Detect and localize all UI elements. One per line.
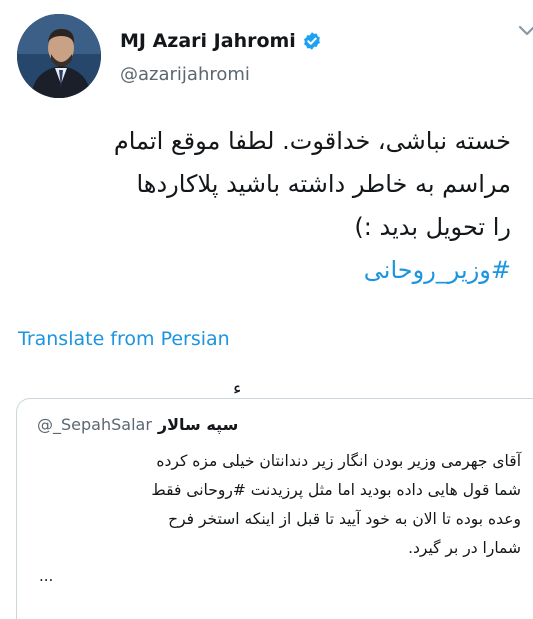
avatar[interactable] xyxy=(17,14,101,98)
verified-badge-icon xyxy=(303,32,320,50)
quoted-tweet-line: وعده بوده تا الان به خود آیید تا قبل از … xyxy=(168,510,521,528)
quoted-tweet-line: آقای جهرمی وزیر بودن انگار زیر دندانتان … xyxy=(156,452,521,470)
author-name-row: MJ Azari Jahromi xyxy=(120,30,322,52)
tweet-hashtag-link[interactable]: #وزیر_روحانی xyxy=(11,249,511,292)
quoted-tweet-line: شما قول هایی داده بودید اما مثل پرزیدنت … xyxy=(151,481,521,499)
quoted-tweet-handle: @_SepahSalar xyxy=(37,415,152,434)
tweet-line: مراسم به خاطر داشته باشید پلاکاردها xyxy=(136,170,511,198)
author-handle[interactable]: @azarijahromi xyxy=(120,64,250,85)
chevron-down-icon[interactable] xyxy=(517,20,533,40)
quoted-tweet-header: @_SepahSalar سپه سالار xyxy=(37,415,238,434)
separator-glyph: ء xyxy=(233,378,242,399)
quoted-tweet-line: شمارا در بر گیرد. xyxy=(408,539,521,557)
tweet-line: خسته نباشی، خداقوت. لطفا موقع اتمام xyxy=(113,127,511,155)
tweet-text: خسته نباشی، خداقوت. لطفا موقع اتمام مراس… xyxy=(11,120,511,292)
quoted-tweet-card[interactable]: @_SepahSalar سپه سالار آقای جهرمی وزیر ب… xyxy=(16,398,533,619)
quoted-tweet-text: آقای جهرمی وزیر بودن انگار زیر دندانتان … xyxy=(51,447,521,563)
profile-photo-icon xyxy=(17,14,101,98)
author-display-name[interactable]: MJ Azari Jahromi xyxy=(120,30,296,52)
quoted-tweet-author-name: سپه سالار xyxy=(157,415,239,434)
translate-link[interactable]: Translate from Persian xyxy=(18,328,230,350)
quoted-tweet-ellipsis: ... xyxy=(39,567,54,585)
tweet-line: را تحویل بدید :) xyxy=(354,213,511,241)
